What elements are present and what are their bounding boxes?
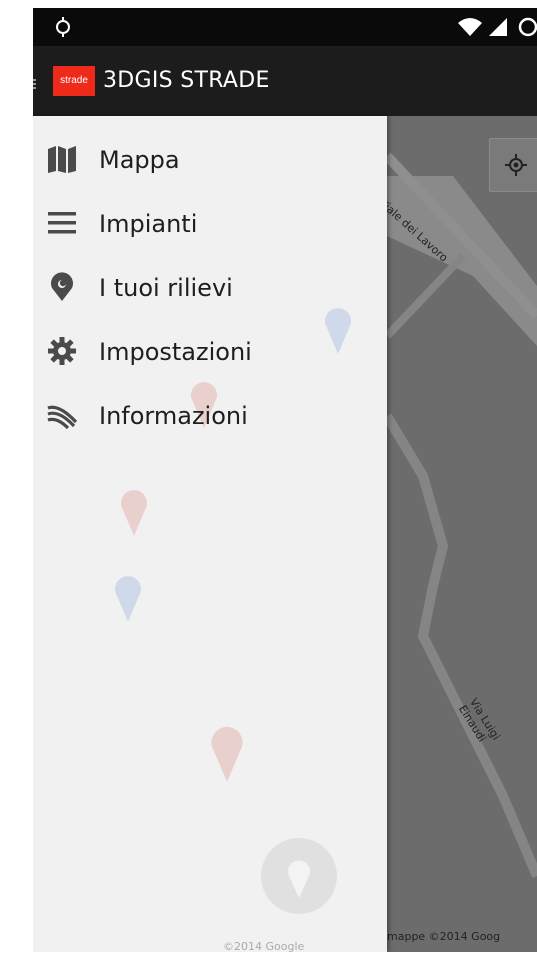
pin-icon <box>51 272 73 301</box>
gear-icon <box>48 337 76 365</box>
wifi-icon <box>458 18 482 36</box>
menu-item-informazioni[interactable]: Informazioni <box>33 386 387 446</box>
waves-icon <box>47 405 77 430</box>
app-bar: strade 3DGIS STRADE <box>33 46 537 116</box>
signal-icon <box>489 18 507 36</box>
ghost-add-pin-button <box>261 838 337 914</box>
drawer-toggle-icon[interactable] <box>33 79 37 89</box>
location-icon <box>56 17 70 37</box>
app-logo[interactable]: strade <box>53 66 95 96</box>
my-location-button[interactable] <box>489 138 537 192</box>
menu-item-label: Informazioni <box>99 402 248 430</box>
ghost-pin-icon <box>115 576 141 622</box>
menu-item-label: Impostazioni <box>99 338 252 366</box>
phone-screen: strade 3DGIS STRADE Viale dei Lavoro Via… <box>33 8 537 952</box>
menu-item-label: I tuoi rilievi <box>99 274 233 302</box>
ghost-pin-icon <box>211 726 243 782</box>
ghost-pin-icon <box>121 490 147 536</box>
map-attribution: mappe ©2014 Goog <box>387 930 501 943</box>
menu-item-impianti[interactable]: Impianti <box>33 194 387 254</box>
clock-icon <box>518 17 537 37</box>
app-title: 3DGIS STRADE <box>103 68 270 93</box>
menu-item-label: Impianti <box>99 210 198 238</box>
menu-item-impostazioni[interactable]: Impostazioni <box>33 322 387 382</box>
menu-item-label: Mappa <box>99 146 180 174</box>
list-icon <box>48 212 76 234</box>
status-bar <box>33 8 537 46</box>
navigation-drawer: ©2014 Google Mappa Impianti I tuoi rilie… <box>33 116 387 952</box>
crosshair-icon <box>505 154 527 176</box>
menu-item-rilievi[interactable]: I tuoi rilievi <box>33 258 387 318</box>
menu-item-mappa[interactable]: Mappa <box>33 130 387 190</box>
ghost-attribution: ©2014 Google <box>223 940 305 952</box>
map-icon <box>48 146 76 173</box>
